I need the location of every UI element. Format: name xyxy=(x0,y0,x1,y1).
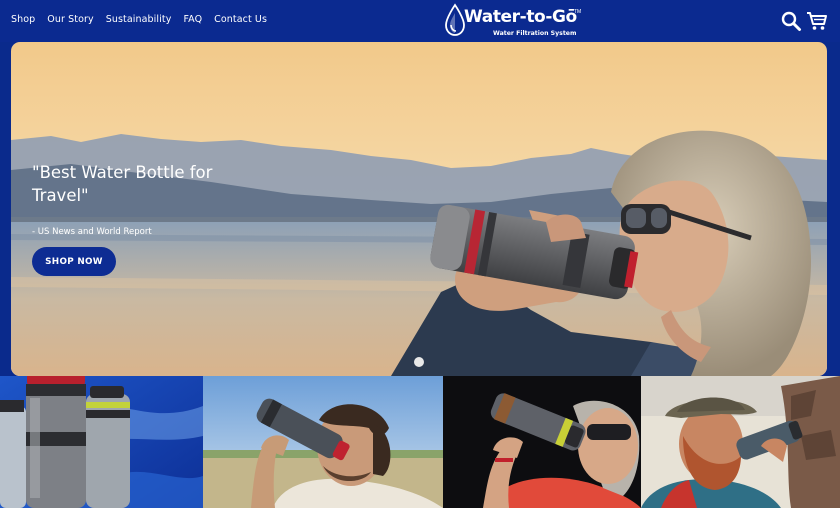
logo-tagline: Water Filtration System xyxy=(493,30,577,37)
site-header: Shop Our Story Sustainability FAQ Contac… xyxy=(0,0,840,42)
man-drinking-photo xyxy=(203,376,443,508)
main-nav: Shop Our Story Sustainability FAQ Contac… xyxy=(11,14,267,25)
slide-indicator-dot[interactable] xyxy=(414,357,424,367)
hiker-drinking-photo xyxy=(641,376,840,508)
nav-sustainability[interactable]: Sustainability xyxy=(106,14,172,25)
nav-faq[interactable]: FAQ xyxy=(183,14,202,25)
logo-trademark: TM xyxy=(574,9,582,15)
logo-wordmark: Water-to-Gō xyxy=(464,7,577,27)
bottles-product-image xyxy=(0,376,203,508)
product-image-strip xyxy=(0,376,840,508)
nav-contact-us[interactable]: Contact Us xyxy=(214,14,267,25)
hero-banner: "Best Water Bottle for Travel" - US News… xyxy=(11,42,827,376)
hero-quote: "Best Water Bottle for Travel" xyxy=(32,163,213,205)
nav-our-story[interactable]: Our Story xyxy=(47,14,93,25)
search-icon[interactable] xyxy=(780,10,802,32)
water-drop-icon xyxy=(445,3,465,36)
shop-now-button[interactable]: SHOP NOW xyxy=(32,247,116,276)
brand-logo[interactable]: Water-to-Gō TM Water Filtration System xyxy=(444,3,584,39)
header-actions xyxy=(780,10,828,32)
nav-shop[interactable]: Shop xyxy=(11,14,35,25)
hero-image xyxy=(11,42,827,376)
woman-drinking-photo xyxy=(443,376,641,508)
cart-icon[interactable] xyxy=(806,10,828,32)
hero-attribution: - US News and World Report xyxy=(32,227,152,237)
